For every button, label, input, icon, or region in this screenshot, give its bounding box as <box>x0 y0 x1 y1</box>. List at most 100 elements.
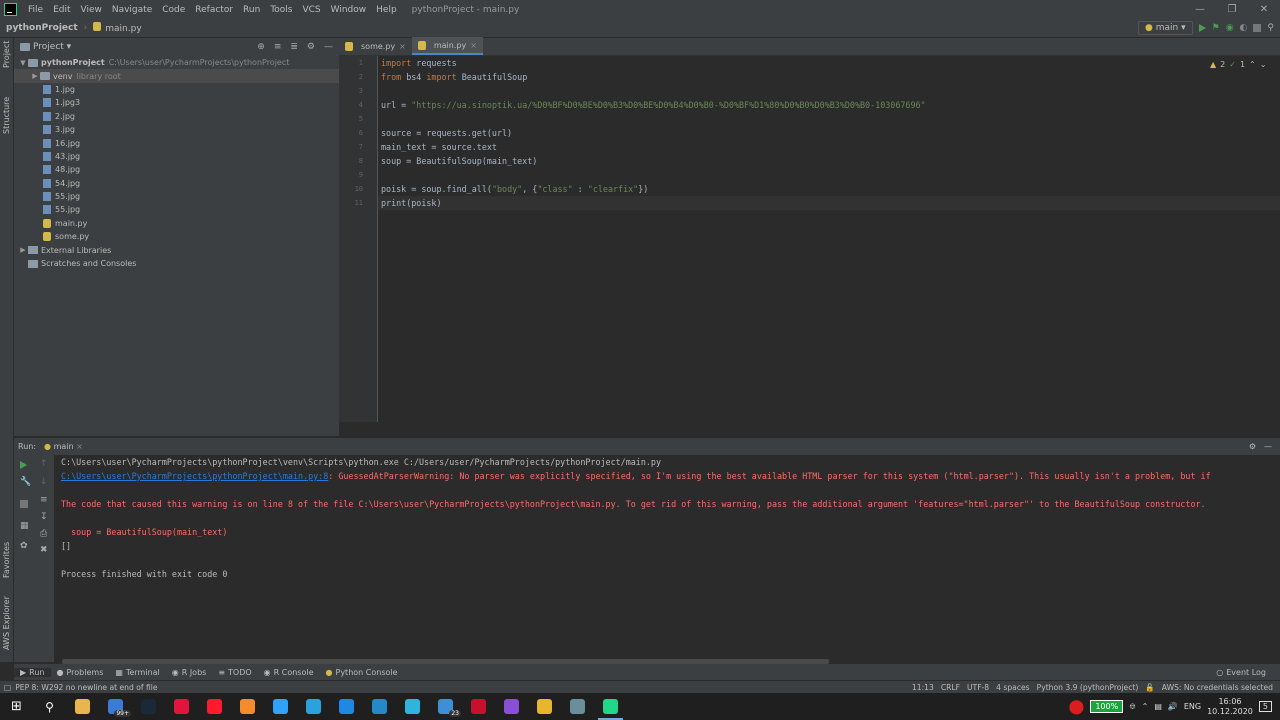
code-line-4[interactable]: url = "https://ua.sinoptik.ua/%D0%BF%D0%… <box>378 98 1280 112</box>
inspection-widget[interactable]: ▲ 2 ✓ 1 ⌃ ⌄ <box>1210 60 1266 69</box>
close-tab-icon[interactable]: × <box>399 42 406 51</box>
search-icon[interactable]: ⚲ <box>33 693 66 720</box>
notes-icon[interactable]: 23 <box>429 693 462 720</box>
steam-badge-icon[interactable]: 99+ <box>99 693 132 720</box>
search-icon[interactable]: ⚲ <box>1267 23 1274 33</box>
language-indicator[interactable]: ENG <box>1184 702 1201 711</box>
tree-file[interactable]: 55.jpg <box>14 190 339 203</box>
code-line-11[interactable]: print(poisk) <box>378 196 1280 210</box>
code-line-6[interactable]: source = requests.get(url) <box>378 126 1280 140</box>
settings-icon[interactable]: ⚙ <box>1249 442 1256 451</box>
stop-icon[interactable] <box>1253 24 1262 32</box>
tree-file[interactable]: 1.jpg <box>14 83 339 96</box>
tree-file[interactable]: 2.jpg <box>14 110 339 123</box>
file-encoding[interactable]: UTF-8 <box>967 683 989 692</box>
purple-app-icon[interactable] <box>495 693 528 720</box>
scroll-down-icon[interactable]: ↓ <box>40 477 48 487</box>
project-tool-tab[interactable]: Project <box>2 41 11 68</box>
tree-item-venv[interactable]: ▶ venv library root <box>14 69 339 83</box>
breadcrumb-file[interactable]: main.py <box>87 22 147 34</box>
aws-explorer-tool-tab[interactable]: AWS Explorer <box>2 596 11 650</box>
favorites-tool-tab[interactable]: Favorites <box>2 542 11 578</box>
tool-problems[interactable]: ● Problems <box>51 668 110 677</box>
run-console[interactable]: C:\Users\user\PycharmProjects\pythonProj… <box>54 455 1280 662</box>
pin-icon[interactable]: ✿ <box>20 541 28 551</box>
project-panel-title[interactable]: Project <box>33 42 64 52</box>
pycharm-icon[interactable] <box>594 693 627 720</box>
menu-vcs[interactable]: VCS <box>297 5 325 15</box>
tool-run[interactable]: ▶ Run <box>14 667 51 677</box>
soft-wrap-icon[interactable]: ≡ <box>40 495 48 505</box>
menu-run[interactable]: Run <box>238 5 265 15</box>
close-icon[interactable]: ✕ <box>1248 4 1280 15</box>
menu-refactor[interactable]: Refactor <box>190 5 238 15</box>
indent-setting[interactable]: 4 spaces <box>996 683 1029 692</box>
structure-tool-tab[interactable]: Structure <box>2 97 11 134</box>
file-explorer-icon[interactable] <box>66 693 99 720</box>
menu-tools[interactable]: Tools <box>265 5 297 15</box>
code-line-7[interactable]: main_text = source.text <box>378 140 1280 154</box>
code-line-5[interactable] <box>378 112 1280 126</box>
python-interpreter[interactable]: Python 3.9 (pythonProject) <box>1037 683 1139 692</box>
status-message[interactable]: PEP 8: W292 no newline at end of file <box>15 683 157 692</box>
menu-navigate[interactable]: Navigate <box>107 5 157 15</box>
app-green-icon[interactable] <box>561 693 594 720</box>
print-icon[interactable]: ⎙ <box>40 529 47 539</box>
menu-file[interactable]: File <box>23 5 48 15</box>
menu-code[interactable]: Code <box>157 5 190 15</box>
rerun-icon[interactable] <box>20 461 27 469</box>
down-arrow-icon[interactable]: ⌄ <box>1260 60 1267 69</box>
debug-icon[interactable]: ⚑ <box>1212 23 1220 33</box>
tree-file[interactable]: 1.jpg3 <box>14 96 339 109</box>
tree-file[interactable]: 3.jpg <box>14 123 339 136</box>
code-line-2[interactable]: from bs4 import BeautifulSoup <box>378 70 1280 84</box>
edge-icon[interactable] <box>396 693 429 720</box>
tree-file[interactable]: 55.jpg <box>14 203 339 216</box>
tool-r-jobs[interactable]: ◉ R Jobs <box>166 668 213 677</box>
telegram-icon[interactable] <box>297 693 330 720</box>
tree-file[interactable]: 43.jpg <box>14 150 339 163</box>
menu-view[interactable]: View <box>76 5 107 15</box>
aws-credentials[interactable]: AWS: No credentials selected <box>1162 683 1273 692</box>
collapsed-arrow-icon[interactable]: ▶ <box>18 246 28 254</box>
scroll-up-icon[interactable]: ↑ <box>40 459 48 469</box>
usb-icon[interactable]: ⎊ <box>1129 702 1135 712</box>
scroll-to-end-icon[interactable]: ↧ <box>40 512 48 522</box>
hide-panel-icon[interactable]: — <box>324 42 333 52</box>
restore-icon[interactable]: ❐ <box>1216 4 1248 15</box>
tree-file[interactable]: 16.jpg <box>14 136 339 149</box>
line-separator[interactable]: CRLF <box>941 683 960 692</box>
layout-icon[interactable]: ▦ <box>20 521 29 531</box>
breadcrumb-project[interactable]: pythonProject <box>0 23 84 33</box>
run-config-selector[interactable]: ● main ▾ <box>1137 21 1193 35</box>
up-arrow-icon[interactable]: ⌃ <box>1249 60 1256 69</box>
tab-some-py[interactable]: some.py × <box>339 37 412 55</box>
clock[interactable]: 16:06 10.12.2020 <box>1207 697 1253 717</box>
trash-icon[interactable]: ✖ <box>40 545 48 555</box>
collapsed-arrow-icon[interactable]: ▶ <box>30 72 40 80</box>
code-line-8[interactable]: soup = BeautifulSoup(main_text) <box>378 154 1280 168</box>
tool-todo[interactable]: ≡ TODO <box>212 668 257 677</box>
red-app-icon[interactable] <box>462 693 495 720</box>
photoshop-icon[interactable] <box>264 693 297 720</box>
tool-r-console[interactable]: ◉ R Console <box>258 668 320 677</box>
code-editor[interactable]: import requests from bs4 import Beautifu… <box>378 56 1280 422</box>
network-icon[interactable]: ▤ <box>1154 702 1162 711</box>
wrench-icon[interactable]: 🔧 <box>20 477 31 487</box>
close-tab-icon[interactable]: × <box>470 41 477 50</box>
tree-scratches[interactable]: Scratches and Consoles <box>14 257 339 270</box>
tree-file[interactable]: 48.jpg <box>14 163 339 176</box>
code-line-3[interactable] <box>378 84 1280 98</box>
tree-root[interactable]: ▼ pythonProject C:\Users\user\PycharmProj… <box>14 56 339 69</box>
profile-icon[interactable]: ◐ <box>1240 23 1248 33</box>
tree-external-libraries[interactable]: ▶ External Libraries <box>14 243 339 256</box>
volume-icon[interactable]: 🔊 <box>1168 702 1178 711</box>
close-tab-icon[interactable]: × <box>76 442 83 451</box>
tool-event-log[interactable]: ○ Event Log <box>1210 668 1272 677</box>
coverage-icon[interactable]: ◉ <box>1226 23 1234 33</box>
chrome-icon[interactable] <box>528 693 561 720</box>
tab-main-py[interactable]: main.py × <box>411 37 483 55</box>
run-icon[interactable] <box>1198 24 1206 32</box>
expanded-arrow-icon[interactable]: ▼ <box>18 59 28 67</box>
notifications-icon[interactable]: 5 <box>1258 701 1272 712</box>
